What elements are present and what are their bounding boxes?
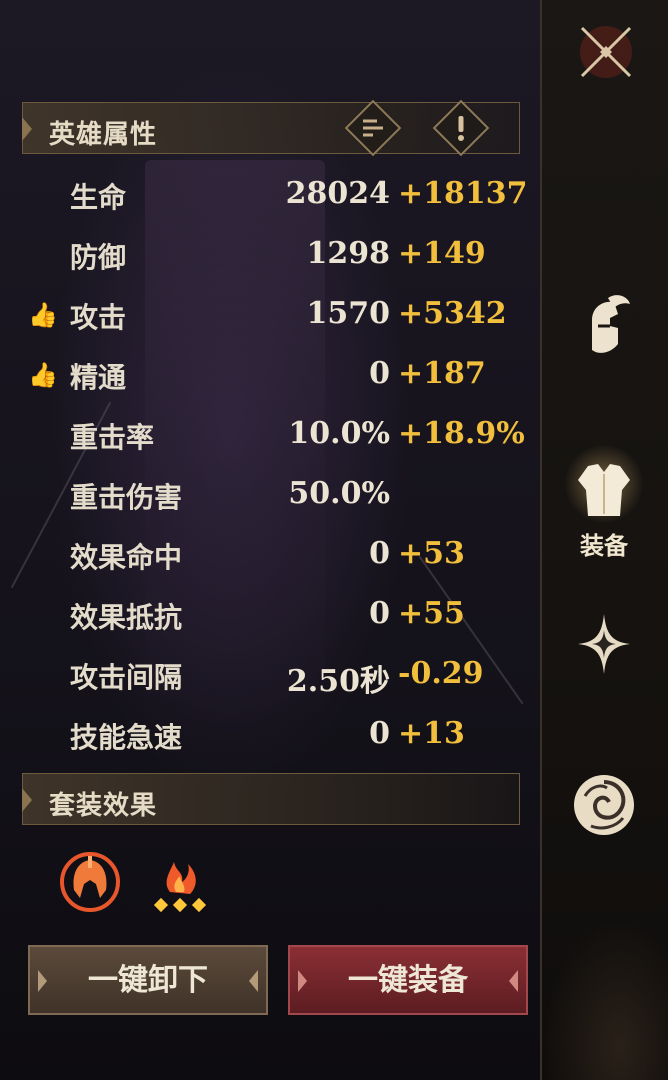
stat-label: 技能急速 xyxy=(70,721,183,754)
stat-label: 效果抵抗 xyxy=(70,601,183,634)
close-button[interactable] xyxy=(574,20,638,84)
stat-label: 攻击间隔 xyxy=(70,661,183,694)
side-nav-item-hero[interactable] xyxy=(540,290,668,360)
stat-row: 技能急速 0 +13 xyxy=(0,709,540,759)
set-effects-header: 套装效果 xyxy=(22,773,520,825)
button-ornament xyxy=(509,970,518,992)
stat-base-value: 0 xyxy=(369,536,390,571)
stat-row: 生命 28024 +18137 xyxy=(0,169,540,219)
set-effects-title: 套装效果 xyxy=(49,791,158,821)
stat-bonus-value: +18137 xyxy=(398,176,528,211)
stat-row: 👍 攻击 1570 +5342 xyxy=(0,289,540,339)
stat-row: 重击伤害 50.0% xyxy=(0,469,540,519)
stat-label: 重击伤害 xyxy=(70,481,183,514)
equip-all-button[interactable]: 一键装备 xyxy=(288,945,528,1015)
stat-base-value: 2.50秒 xyxy=(286,664,390,699)
stat-label: 攻击 xyxy=(70,301,127,334)
stat-bonus-value: +149 xyxy=(398,236,486,271)
stat-label: 精通 xyxy=(70,361,127,394)
stat-label: 效果命中 xyxy=(70,541,183,574)
stat-base-value: 1298 xyxy=(306,236,391,271)
side-nav-item-talent[interactable] xyxy=(540,772,668,838)
thumbs-up-icon: 👍 xyxy=(28,361,58,389)
exclamation-icon xyxy=(458,116,464,141)
stat-label: 防御 xyxy=(70,241,127,274)
stat-base-value: 1570 xyxy=(306,296,391,331)
stat-row: 攻击间隔 2.50秒 -0.29 xyxy=(0,649,540,699)
stat-bonus-value: +13 xyxy=(398,716,465,751)
button-ornament xyxy=(249,970,258,992)
stat-base-value: 10.0% xyxy=(288,416,390,451)
equip-all-label: 一键装备 xyxy=(348,963,468,998)
stat-row: 效果抵抗 0 +55 xyxy=(0,589,540,639)
stat-row: 👍 精通 0 +187 xyxy=(0,349,540,399)
header-ornament xyxy=(22,788,32,812)
thumbs-up-icon: 👍 xyxy=(28,301,58,329)
spartan-helmet-icon[interactable] xyxy=(58,850,122,914)
rail-ornament xyxy=(542,920,668,1080)
side-nav-item-equipment[interactable]: 装备 xyxy=(540,444,668,561)
stat-row: 防御 1298 +149 xyxy=(0,229,540,279)
stat-bonus-value: +18.9% xyxy=(398,416,525,451)
sort-button[interactable] xyxy=(344,99,402,157)
stat-base-value: 0 xyxy=(369,716,390,751)
hero-attributes-header: 英雄属性 xyxy=(22,99,520,157)
stat-row: 效果命中 0 +53 xyxy=(0,529,540,579)
stat-bonus-value: +5342 xyxy=(398,296,507,331)
close-crossed-swords-icon xyxy=(580,26,632,78)
stat-base-value: 28024 xyxy=(285,176,390,211)
sort-lines-icon xyxy=(363,119,383,137)
stat-base-value: 50.0% xyxy=(288,476,390,511)
four-point-star-icon xyxy=(578,614,630,674)
button-ornament xyxy=(298,970,307,992)
flame-icon[interactable] xyxy=(148,850,212,914)
hero-attributes-title: 英雄属性 xyxy=(49,120,158,150)
stat-bonus-value: +187 xyxy=(398,356,486,391)
stat-row: 重击率 10.0% +18.9% xyxy=(0,409,540,459)
stat-bonus-value: +53 xyxy=(398,536,465,571)
swirl-icon xyxy=(574,775,634,835)
side-nav-item-skills[interactable] xyxy=(540,612,668,676)
stat-bonus-value: +55 xyxy=(398,596,465,631)
stat-label: 生命 xyxy=(70,181,127,214)
side-nav-equipment-label: 装备 xyxy=(580,531,628,560)
button-ornament xyxy=(38,970,47,992)
info-button[interactable] xyxy=(432,99,490,157)
knight-helmet-icon xyxy=(592,295,630,353)
stat-base-value: 0 xyxy=(369,356,390,391)
header-ornament xyxy=(22,117,32,141)
stat-bonus-value: -0.29 xyxy=(398,656,484,691)
stat-base-value: 0 xyxy=(369,596,390,631)
stat-label: 重击率 xyxy=(70,421,155,454)
unequip-all-button[interactable]: 一键卸下 xyxy=(28,945,268,1015)
unequip-all-label: 一键卸下 xyxy=(88,963,208,998)
armor-icon xyxy=(578,464,630,516)
